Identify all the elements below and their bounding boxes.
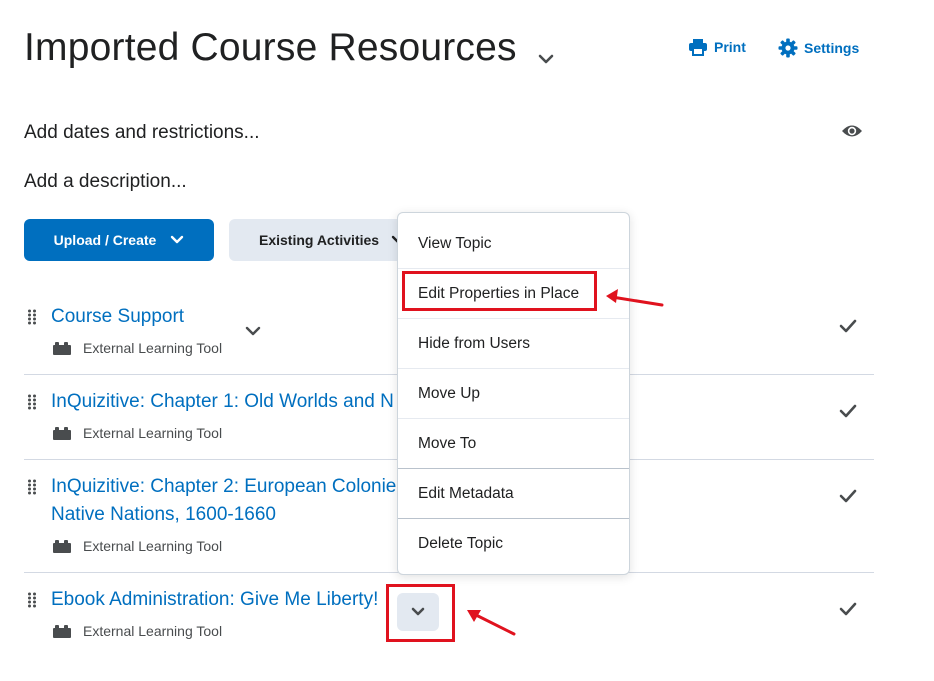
existing-activities-button[interactable]: Existing Activities (229, 219, 419, 261)
printer-icon (689, 39, 707, 56)
checkmark-icon (839, 404, 857, 418)
add-dates-restrictions-link[interactable]: Add dates and restrictions... (24, 122, 260, 144)
checkmark-icon (839, 489, 857, 503)
topic-type-label: External Learning Tool (83, 425, 223, 441)
chevron-down-icon (171, 235, 184, 244)
topic-title-line: Native Nations, 1600-1660 (51, 504, 276, 525)
checkmark-icon (839, 602, 857, 616)
print-button[interactable]: Print (688, 38, 746, 56)
drag-handle-icon[interactable] (27, 592, 37, 608)
topic-type-label: External Learning Tool (83, 623, 223, 639)
topic-type-label: External Learning Tool (83, 538, 223, 554)
annotation-arrow-icon (467, 610, 516, 636)
print-label: Print (714, 39, 746, 55)
add-description-link[interactable]: Add a description... (24, 171, 187, 193)
settings-button[interactable]: Settings (778, 38, 859, 58)
menu-item-view-topic[interactable]: View Topic (398, 219, 629, 269)
topic-title-link[interactable]: InQuizitive: Chapter 1: Old Worlds and N (51, 388, 394, 416)
existing-activities-label: Existing Activities (259, 232, 380, 248)
page-title: Imported Course Resources (24, 26, 517, 69)
drag-handle-icon[interactable] (27, 479, 37, 495)
topic-title-line: InQuizitive: Chapter 2: European Colonie (51, 476, 397, 497)
drag-handle-icon[interactable] (27, 309, 37, 325)
puzzle-piece-icon (53, 625, 71, 638)
menu-item-move-to[interactable]: Move To (398, 419, 629, 469)
annotation-highlight-box (402, 271, 597, 311)
puzzle-piece-icon (53, 427, 71, 440)
annotation-arrow-icon (606, 289, 664, 307)
upload-create-button[interactable]: Upload / Create (24, 219, 214, 261)
topic-type-label: External Learning Tool (83, 340, 223, 356)
settings-label: Settings (804, 40, 860, 56)
topic-title-link[interactable]: Course Support (51, 303, 184, 331)
checkmark-icon (839, 319, 857, 333)
gear-icon (778, 38, 798, 58)
annotation-highlight-box (386, 584, 455, 642)
puzzle-piece-icon (53, 540, 71, 553)
topic-title-link[interactable]: Ebook Administration: Give Me Liberty! (51, 586, 378, 614)
menu-item-edit-metadata[interactable]: Edit Metadata (398, 469, 629, 519)
menu-item-hide-from-users[interactable]: Hide from Users (398, 319, 629, 369)
drag-handle-icon[interactable] (27, 394, 37, 410)
menu-item-move-up[interactable]: Move Up (398, 369, 629, 419)
eye-icon[interactable] (841, 123, 863, 139)
menu-item-delete-topic[interactable]: Delete Topic (398, 519, 629, 569)
topic-context-menu: View Topic Edit Properties in Place Hide… (397, 212, 630, 575)
title-chevron-down-icon[interactable] (536, 52, 556, 66)
upload-create-label: Upload / Create (53, 232, 157, 248)
puzzle-piece-icon (53, 342, 71, 355)
topic-title-link[interactable]: InQuizitive: Chapter 2: European Colonie… (51, 473, 396, 529)
chevron-down-icon[interactable] (245, 325, 261, 337)
